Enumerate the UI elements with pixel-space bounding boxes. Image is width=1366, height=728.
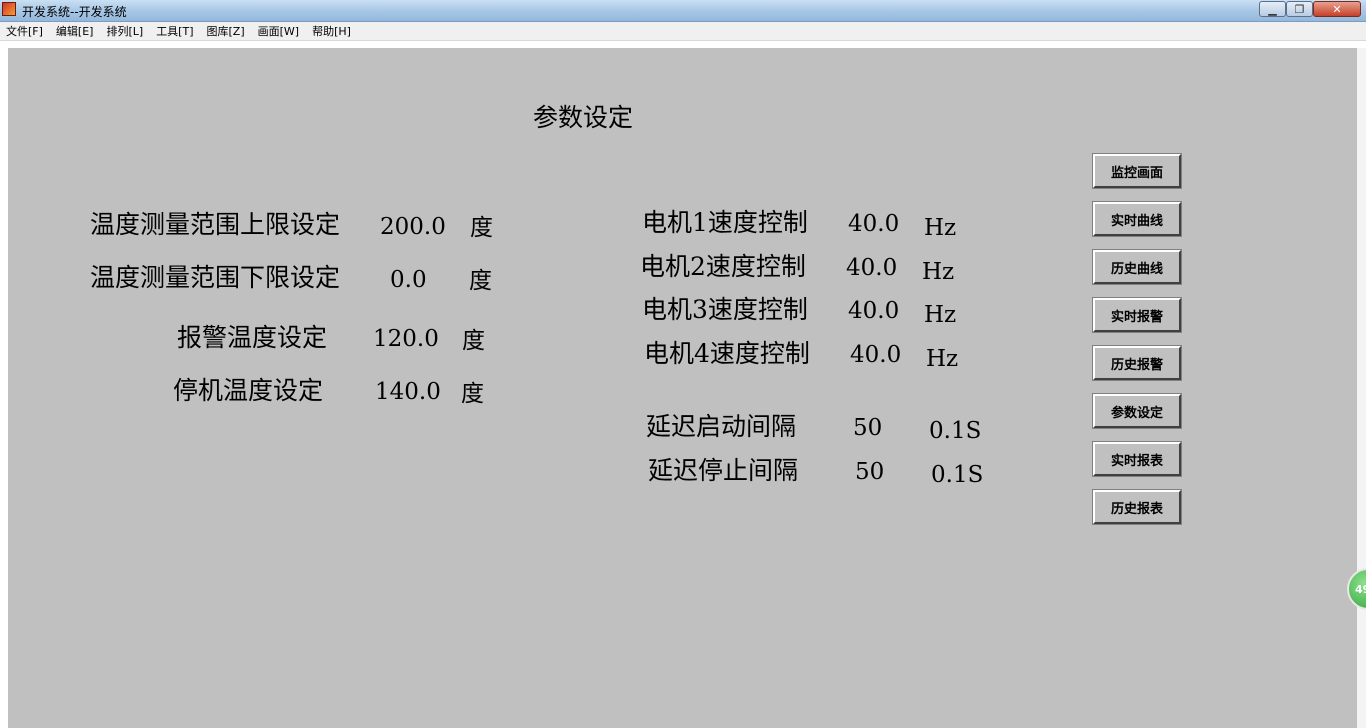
app-icon [2, 2, 16, 16]
start-delay-unit: 0.1S [929, 418, 982, 444]
minimize-button[interactable]: ▁ [1259, 1, 1286, 17]
menu-edit[interactable]: 编辑[E] [50, 23, 101, 39]
shutdown-temp-unit: 度 [461, 381, 484, 407]
motor-2-value[interactable]: 40.0 [846, 257, 897, 280]
motor-1-value[interactable]: 40.0 [848, 213, 899, 236]
temp-upper-value[interactable]: 200.0 [380, 216, 446, 239]
menu-bar: 文件[F] 编辑[E] 排列[L] 工具[T] 图库[Z] 画面[W] 帮助[H… [0, 22, 1366, 41]
realtime-alarm-button[interactable]: 实时报警 [1092, 297, 1182, 333]
history-curve-button[interactable]: 历史曲线 [1092, 249, 1182, 285]
realtime-curve-button[interactable]: 实时曲线 [1092, 201, 1182, 237]
shutdown-temp-value[interactable]: 140.0 [375, 381, 441, 404]
motor-4-unit: Hz [926, 346, 959, 372]
motor-3-label: 电机3速度控制 [642, 295, 808, 324]
window-title: 开发系统--开发系统 [22, 5, 127, 19]
motor-4-label: 电机4速度控制 [644, 339, 810, 368]
parameter-screen: 参数设定 温度测量范围上限设定 200.0 度 温度测量范围下限设定 0.0 度… [8, 48, 1357, 728]
title-bar: 开发系统--开发系统 ▁ ❐ ✕ [0, 0, 1366, 22]
start-delay-value[interactable]: 50 [853, 417, 882, 440]
menu-help[interactable]: 帮助[H] [306, 23, 358, 39]
stop-delay-unit: 0.1S [931, 462, 984, 488]
stop-delay-value[interactable]: 50 [855, 461, 884, 484]
alarm-temp-unit: 度 [462, 328, 485, 354]
temp-lower-unit: 度 [469, 268, 492, 294]
alarm-temp-value[interactable]: 120.0 [373, 328, 439, 351]
motor-3-unit: Hz [924, 302, 957, 328]
motor-3-value[interactable]: 40.0 [848, 300, 899, 323]
realtime-report-button[interactable]: 实时报表 [1092, 441, 1182, 477]
history-alarm-button[interactable]: 历史报警 [1092, 345, 1182, 381]
temp-lower-label: 温度测量范围下限设定 [90, 263, 341, 292]
shutdown-temp-label: 停机温度设定 [173, 376, 324, 405]
page-title: 参数设定 [533, 103, 634, 132]
motor-1-unit: Hz [924, 215, 957, 241]
menu-file[interactable]: 文件[F] [0, 23, 50, 39]
alarm-temp-label: 报警温度设定 [177, 323, 328, 352]
menu-tools[interactable]: 工具[T] [150, 23, 200, 39]
motor-2-unit: Hz [922, 259, 955, 285]
restore-button[interactable]: ❐ [1286, 1, 1313, 17]
monitor-screen-button[interactable]: 监控画面 [1092, 153, 1182, 189]
right-edge [1357, 48, 1366, 728]
menu-gallery[interactable]: 图库[Z] [201, 23, 252, 39]
motor-4-value[interactable]: 40.0 [850, 344, 901, 367]
parameter-setting-button[interactable]: 参数设定 [1092, 393, 1182, 429]
history-report-button[interactable]: 历史报表 [1092, 489, 1182, 525]
temp-upper-label: 温度测量范围上限设定 [90, 210, 341, 239]
close-button[interactable]: ✕ [1313, 1, 1361, 17]
motor-1-label: 电机1速度控制 [642, 208, 808, 237]
menu-arrange[interactable]: 排列[L] [100, 23, 150, 39]
temp-lower-value[interactable]: 0.0 [390, 269, 427, 292]
motor-2-label: 电机2速度控制 [640, 252, 806, 281]
temp-upper-unit: 度 [470, 215, 493, 241]
start-delay-label: 延迟启动间隔 [646, 412, 797, 441]
stop-delay-label: 延迟停止间隔 [648, 456, 799, 485]
menu-screen[interactable]: 画面[W] [252, 23, 306, 39]
